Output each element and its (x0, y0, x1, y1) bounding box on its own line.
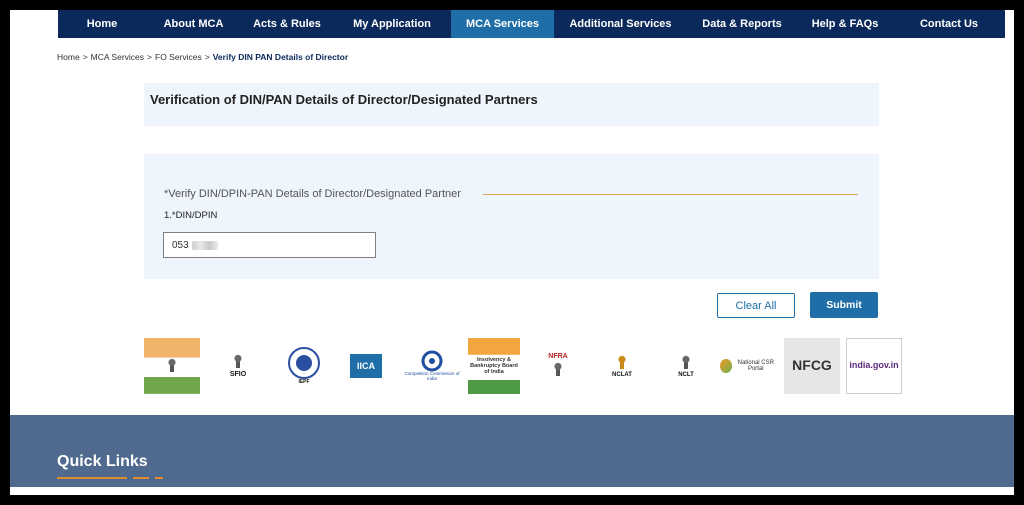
breadcrumb: Home > MCA Services > FO Services > Verify DIN… (57, 52, 348, 62)
legend-divider (483, 194, 858, 195)
din-label: 1.*DIN/DPIN (164, 210, 218, 221)
breadcrumb-mca-services[interactable]: MCA Services (91, 52, 144, 62)
ashoka-emblem-icon (232, 353, 244, 372)
nclat-logo-text: NCLAT (612, 371, 632, 378)
nclat-logo[interactable]: NCLAT (592, 338, 652, 394)
submit-button[interactable]: Submit (810, 292, 878, 318)
nav-about-mca[interactable]: About MCA (146, 10, 241, 38)
iepf-hands-icon (288, 347, 320, 380)
nav-home[interactable]: Home (58, 10, 146, 38)
nclt-logo-text: NCLT (678, 371, 694, 378)
nav-acts-rules[interactable]: Acts & Rules (241, 10, 333, 38)
ashoka-emblem-icon (680, 353, 692, 372)
india-gov-logo[interactable]: india.gov.in (846, 338, 902, 394)
iepf-logo[interactable]: IEPF (276, 338, 332, 394)
clear-all-button[interactable]: Clear All (717, 293, 795, 318)
verify-form: *Verify DIN/DPIN-PAN Details of Director… (144, 154, 879, 279)
nav-my-application[interactable]: My Application (333, 10, 451, 38)
cci-logo[interactable]: Competition Commission of India (400, 338, 464, 394)
nav-help-faqs[interactable]: Help & FAQs (797, 10, 893, 38)
nfcg-logo[interactable]: NFCG (784, 338, 840, 394)
breadcrumb-current: Verify DIN PAN Details of Director (212, 52, 349, 62)
page: Home About MCA Acts & Rules My Applicati… (10, 10, 1014, 495)
sfio-logo[interactable]: SFIO (210, 338, 266, 394)
nav-data-reports[interactable]: Data & Reports (687, 10, 797, 38)
nfra-logo[interactable]: NFRA (532, 338, 584, 394)
india-gov-logo-text: india.gov.in (849, 360, 899, 371)
din-input-value: 053 (172, 239, 189, 251)
cci-logo-text: Competition Commission of India (404, 371, 460, 381)
nclt-logo[interactable]: NCLT (656, 338, 716, 394)
masked-digits (191, 240, 218, 250)
nfcg-logo-text: NFCG (792, 357, 832, 374)
quick-links-underline-dot (155, 477, 163, 479)
iepf-logo-text: IEPF (298, 379, 310, 386)
top-nav: Home About MCA Acts & Rules My Applicati… (58, 10, 1005, 38)
page-title-box: Verification of DIN/PAN Details of Direc… (144, 83, 879, 126)
breadcrumb-fo-services[interactable]: FO Services (155, 52, 202, 62)
ashoka-emblem-icon (616, 353, 628, 372)
footer-quick-links: Quick Links (10, 415, 1014, 487)
breadcrumb-separator: > (82, 52, 88, 62)
cci-mark-icon (421, 350, 443, 372)
nav-mca-services[interactable]: MCA Services (451, 10, 554, 38)
quick-links-heading: Quick Links (57, 453, 148, 470)
quick-links-underline (57, 477, 127, 479)
nav-contact-us[interactable]: Contact Us (893, 10, 1005, 38)
nav-additional-services[interactable]: Additional Services (554, 10, 687, 38)
ibbi-logo-text: Insolvency & Bankruptcy Board of India (470, 356, 518, 376)
breadcrumb-home[interactable]: Home (57, 52, 80, 62)
nfra-logo-text: NFRA (548, 353, 568, 361)
csr-mark: National CSR Portal (720, 359, 778, 373)
csr-leaf-icon (720, 359, 732, 373)
quick-links-underline-dash (133, 477, 149, 479)
mca-emblem-logo[interactable] (144, 338, 200, 394)
page-title: Verification of DIN/PAN Details of Direc… (150, 92, 538, 107)
iica-logo-text: IICA (350, 354, 382, 378)
breadcrumb-separator: > (204, 52, 210, 62)
national-csr-logo[interactable]: National CSR Portal (720, 338, 778, 394)
breadcrumb-separator: > (147, 52, 152, 62)
footer-bottom-strip (10, 487, 1014, 495)
form-legend: *Verify DIN/DPIN-PAN Details of Director… (164, 188, 461, 200)
csr-logo-text: National CSR Portal (737, 360, 774, 372)
ibbi-logo[interactable]: Insolvency & Bankruptcy Board of India (468, 338, 520, 394)
ashoka-emblem-icon (166, 357, 178, 375)
iica-logo[interactable]: IICA (338, 338, 394, 394)
sfio-logo-text: SFIO (229, 371, 247, 379)
ashoka-emblem-icon (552, 360, 564, 379)
partner-logos: SFIO IEPF IICA Competition Commission of… (144, 338, 902, 396)
din-input[interactable]: 053 (163, 232, 376, 258)
